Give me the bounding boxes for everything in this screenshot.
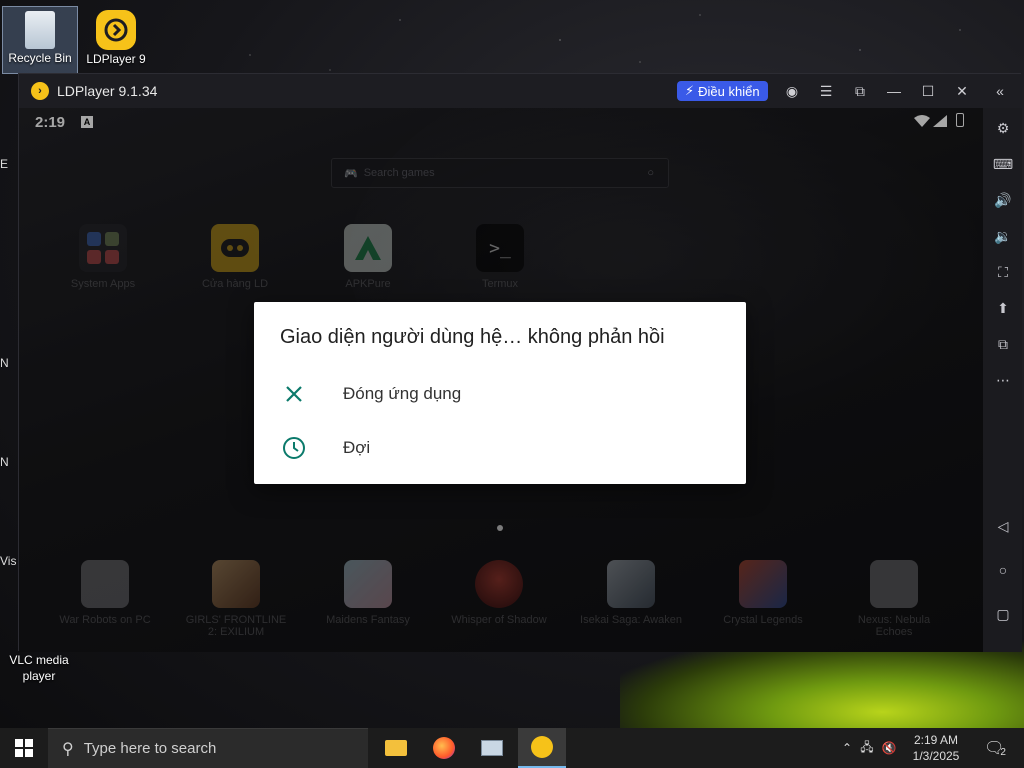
search-icon: ⚲ [62,740,74,758]
taskbar-file-explorer[interactable] [372,728,420,768]
multi-instance-icon[interactable]: ⧉ [993,334,1013,354]
taskbar-firefox[interactable] [420,728,468,768]
desktop-strip-letter: N [0,455,9,469]
ldplayer-logo-icon: › [31,82,49,100]
wait-option[interactable]: Đợi [254,422,746,474]
taskbar-ldplayer[interactable] [518,728,566,768]
volume-up-icon[interactable]: 🔊 [993,190,1013,210]
close-icon [281,381,307,407]
ldplayer-window: › LDPlayer 9.1.34 ⚡ Điều khiển ◉ ☰ ⧉ — ☐… [18,73,1022,652]
settings-icon[interactable]: ⚙ [993,118,1013,138]
desktop-strip-letter: E [0,157,9,171]
wait-label: Đợi [343,438,371,457]
desktop-icon-label: VLC media player [9,653,69,683]
ldplayer-icon [96,10,136,50]
window-titlebar[interactable]: › LDPlayer 9.1.34 ⚡ Điều khiển ◉ ☰ ⧉ — ☐… [19,74,1022,108]
taskbar-search-box[interactable]: ⚲ Type here to search [48,728,368,768]
home-icon[interactable]: ○ [993,560,1013,580]
recents-icon[interactable]: ▢ [993,604,1013,624]
lightning-icon: ⚡ [685,83,695,98]
desktop-icon-ldplayer[interactable]: LDPlayer 9 [78,6,154,66]
window-title: LDPlayer 9.1.34 [57,83,158,99]
control-button-label: Điều khiển [698,83,760,99]
volume-down-icon[interactable]: 🔉 [993,226,1013,246]
menu-icon[interactable]: ☰ [817,82,835,100]
desktop-icon-label: LDPlayer 9 [86,52,146,66]
ldplayer-sidebar: ⚙ ⌨ 🔊 🔉 ⛶ ⬆ ⧉ ⋯ ◁ ○ ▢ [983,108,1022,652]
collapse-sidebar-icon[interactable]: « [991,82,1009,100]
control-button[interactable]: ⚡ Điều khiển [677,81,768,101]
taskbar-remote-desktop[interactable] [468,728,516,768]
account-icon[interactable]: ◉ [783,82,801,100]
dialog-title: Giao diện người dùng hệ… không phản hồi [280,326,665,348]
taskbar-search-placeholder: Type here to search [83,740,217,757]
windows-logo-icon [15,739,33,757]
system-tray: ⌃ 🖧 🔇 [838,728,900,768]
install-apk-icon[interactable]: ⬆ [993,298,1013,318]
screen-sync-icon[interactable]: ⧉ [851,82,869,100]
recycle-bin-icon [25,11,55,49]
clock-time: 2:19 AM [913,733,959,747]
folder-icon [385,740,407,756]
clock[interactable]: 2:19 AM 1/3/2025 [906,728,966,768]
chevron-up-icon[interactable]: ⌃ [838,741,856,755]
windows-taskbar: ⚲ Type here to search ⌃ 🖧 🔇 2:19 AM 1/3/… [0,728,1024,768]
monitor-icon [481,740,503,756]
ldplayer-icon [531,736,553,758]
start-button[interactable] [0,728,48,768]
network-icon[interactable]: 🖧 [856,738,878,759]
maximize-icon[interactable]: ☐ [919,82,937,100]
minimize-icon[interactable]: — [885,82,903,100]
firefox-icon [433,737,455,759]
not-responding-dialog: Giao diện người dùng hệ… không phản hồi … [254,302,746,484]
clock-icon [281,435,307,461]
volume-muted-icon[interactable]: 🔇 [878,741,900,755]
close-app-label: Đóng ứng dụng [343,384,462,403]
notification-count: 2 [1000,746,1006,758]
clock-date: 1/3/2025 [912,749,960,763]
desktop-strip-letter: N [0,356,9,370]
notification-center[interactable]: 🗨 2 [980,728,1010,768]
close-app-option[interactable]: Đóng ứng dụng [254,368,746,420]
desktop-strip-letter: Vis [0,554,17,568]
desktop-icon-recycle-bin[interactable]: Recycle Bin [2,6,78,74]
wallpaper-tent [620,640,1024,730]
screenshot-icon[interactable]: ⛶ [993,262,1013,282]
close-icon[interactable]: ✕ [953,82,971,100]
keyboard-mapping-icon[interactable]: ⌨ [993,154,1013,174]
desktop-icon-label: Recycle Bin [8,51,72,65]
more-icon[interactable]: ⋯ [993,370,1013,390]
android-screen: 2:19 A 🎮 Search games ○ System Apps Cửa … [19,108,983,652]
back-icon[interactable]: ◁ [993,516,1013,536]
